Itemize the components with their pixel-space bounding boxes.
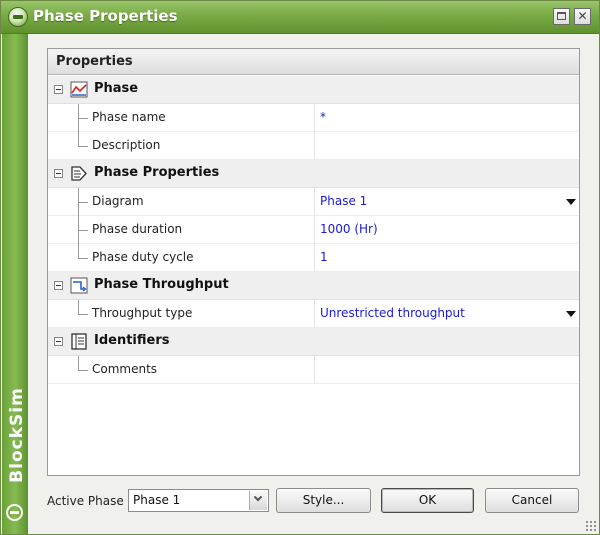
category-label: Phase Throughput xyxy=(94,277,229,292)
column-divider xyxy=(314,188,315,216)
collapse-icon[interactable] xyxy=(54,169,63,178)
resize-grip-icon[interactable] xyxy=(585,520,596,531)
column-divider xyxy=(314,356,315,384)
tree-branch xyxy=(78,258,88,259)
maximize-icon xyxy=(557,12,566,20)
category-phase-properties[interactable]: Phase Properties xyxy=(48,160,579,188)
column-divider xyxy=(314,216,315,244)
column-divider xyxy=(314,132,315,160)
collapse-icon[interactable] xyxy=(54,85,63,94)
maximize-button[interactable] xyxy=(553,8,570,25)
window-title: Phase Properties xyxy=(33,7,178,25)
property-row-phase-duty-cycle[interactable]: Phase duty cycle 1 xyxy=(48,244,579,272)
property-label: Diagram xyxy=(92,194,144,208)
column-divider xyxy=(314,300,315,328)
property-label: Phase duty cycle xyxy=(92,250,194,264)
category-label: Phase Properties xyxy=(94,165,220,180)
phase-chart-icon xyxy=(70,81,88,98)
close-button[interactable]: ✕ xyxy=(574,8,591,25)
property-value[interactable]: Unrestricted throughput xyxy=(320,306,465,320)
property-row-diagram[interactable]: Diagram Phase 1 xyxy=(48,188,579,216)
category-phase-throughput[interactable]: Phase Throughput xyxy=(48,272,579,300)
property-grid[interactable]: Properties Phase Phase name * Descriptio… xyxy=(47,48,580,476)
grid-header: Properties xyxy=(48,49,579,75)
collapse-icon[interactable] xyxy=(54,337,63,346)
category-label: Identifiers xyxy=(94,333,170,348)
tree-branch xyxy=(78,118,88,119)
close-icon: ✕ xyxy=(577,9,588,23)
ok-button[interactable]: OK xyxy=(381,488,474,513)
property-value[interactable]: 1000 (Hr) xyxy=(320,222,378,236)
style-button[interactable]: Style... xyxy=(276,488,371,513)
title-bar[interactable]: Phase Properties ✕ xyxy=(1,1,599,34)
category-phase[interactable]: Phase xyxy=(48,76,579,104)
tree-branch xyxy=(78,314,88,315)
brand-text: BlockSim xyxy=(7,387,27,483)
tree-branch xyxy=(78,370,88,371)
property-label: Phase name xyxy=(92,110,166,124)
active-phase-label: Active Phase xyxy=(47,494,124,508)
brand-sidebar: BlockSim xyxy=(2,34,28,534)
throughput-icon xyxy=(70,277,88,294)
tree-branch xyxy=(78,230,88,231)
category-label: Phase xyxy=(94,81,139,96)
category-identifiers[interactable]: Identifiers xyxy=(48,328,579,356)
tree-line xyxy=(78,356,79,371)
column-divider xyxy=(314,244,315,272)
property-label: Comments xyxy=(92,362,158,376)
property-row-comments[interactable]: Comments xyxy=(48,356,579,384)
blocksim-logo-icon xyxy=(8,7,28,27)
cancel-button[interactable]: Cancel xyxy=(485,488,579,513)
property-label: Throughput type xyxy=(92,306,193,320)
brand-logo-icon xyxy=(6,504,23,521)
collapse-icon[interactable] xyxy=(54,281,63,290)
property-value[interactable]: * xyxy=(320,110,326,124)
dropdown-arrow-icon[interactable] xyxy=(566,199,576,205)
dropdown-arrow-icon[interactable] xyxy=(566,311,576,317)
chevron-down-icon[interactable] xyxy=(249,491,267,510)
phase-properties-icon xyxy=(71,166,87,181)
identifiers-icon xyxy=(71,333,87,350)
tree-line xyxy=(78,132,79,147)
property-value[interactable]: Phase 1 xyxy=(320,194,367,208)
property-label: Phase duration xyxy=(92,222,183,236)
property-row-throughput-type[interactable]: Throughput type Unrestricted throughput xyxy=(48,300,579,328)
active-phase-value: Phase 1 xyxy=(133,493,181,507)
tree-branch xyxy=(78,202,88,203)
property-row-phase-name[interactable]: Phase name * xyxy=(48,104,579,132)
property-row-description[interactable]: Description xyxy=(48,132,579,160)
tree-branch xyxy=(78,146,88,147)
tree-line xyxy=(78,244,79,259)
property-row-phase-duration[interactable]: Phase duration 1000 (Hr) xyxy=(48,216,579,244)
column-divider xyxy=(314,104,315,132)
property-label: Description xyxy=(92,138,161,152)
phase-properties-dialog: Phase Properties ✕ BlockSim Properties P… xyxy=(0,0,600,535)
property-value[interactable]: 1 xyxy=(320,250,328,264)
tree-line xyxy=(78,300,79,315)
active-phase-select[interactable]: Phase 1 xyxy=(128,489,269,512)
